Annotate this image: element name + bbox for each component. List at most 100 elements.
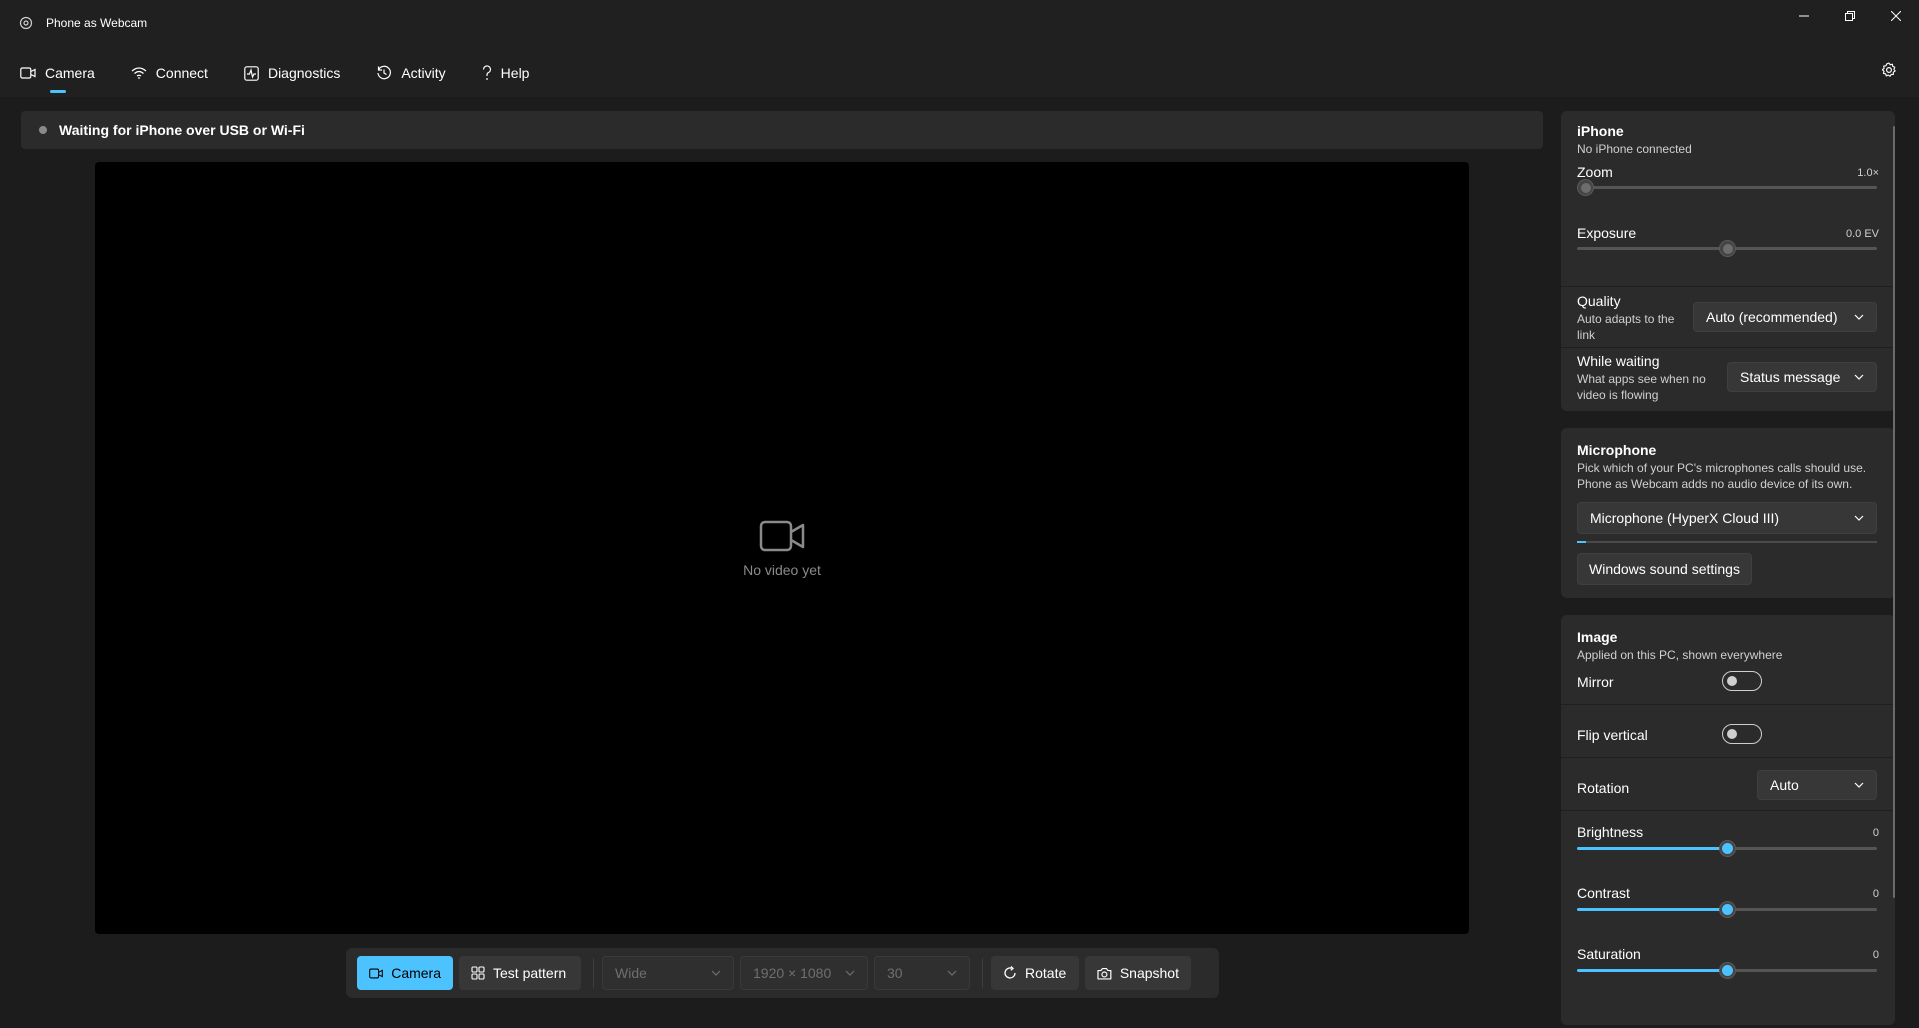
status-text: Waiting for iPhone over USB or Wi-Fi bbox=[59, 122, 305, 138]
lens-value: Wide bbox=[615, 965, 647, 981]
chevron-down-icon bbox=[1854, 515, 1864, 521]
iphone-card: iPhone No iPhone connected Zoom 1.0× Exp… bbox=[1561, 111, 1895, 411]
slider-track bbox=[1577, 186, 1877, 189]
resolution-select[interactable]: 1920 × 1080 bbox=[740, 956, 868, 990]
toolbar-divider bbox=[593, 958, 594, 988]
contrast-slider[interactable] bbox=[1577, 899, 1877, 919]
image-card: Image Applied on this PC, shown everywhe… bbox=[1561, 615, 1895, 1025]
while-waiting-description-2: video is flowing bbox=[1577, 388, 1659, 402]
rotation-dropdown[interactable]: Auto bbox=[1757, 770, 1877, 800]
minimize-icon bbox=[1799, 15, 1809, 17]
chevron-down-icon bbox=[711, 970, 721, 976]
slider-thumb[interactable] bbox=[1719, 240, 1736, 257]
lens-select[interactable]: Wide bbox=[602, 956, 734, 990]
video-preview: No video yet bbox=[95, 162, 1469, 934]
tab-connect[interactable]: Connect bbox=[111, 56, 224, 90]
question-icon bbox=[482, 65, 491, 80]
settings-button[interactable] bbox=[1881, 62, 1903, 84]
slider-thumb[interactable] bbox=[1577, 179, 1594, 196]
camera-icon bbox=[20, 67, 36, 79]
tab-label: Camera bbox=[45, 65, 95, 81]
snapshot-camera-icon bbox=[1097, 967, 1112, 980]
tab-camera[interactable]: Camera bbox=[0, 56, 111, 93]
image-description: Applied on this PC, shown everywhere bbox=[1577, 648, 1783, 662]
main-nav: Camera Connect Diagnostics Activity Help bbox=[0, 56, 546, 93]
restore-icon bbox=[1845, 11, 1855, 21]
while-waiting-value: Status message bbox=[1740, 369, 1841, 385]
video-placeholder: No video yet bbox=[95, 162, 1469, 934]
toggle-knob bbox=[1727, 676, 1737, 686]
camera-icon bbox=[369, 968, 383, 978]
tab-label: Help bbox=[500, 65, 530, 81]
active-tab-indicator bbox=[50, 90, 66, 93]
panel-scrollbar[interactable] bbox=[1893, 126, 1895, 898]
rotate-icon bbox=[1004, 966, 1016, 979]
mirror-label: Mirror bbox=[1577, 674, 1614, 690]
close-button[interactable] bbox=[1873, 0, 1919, 32]
zoom-slider[interactable] bbox=[1577, 177, 1877, 197]
flip-vertical-toggle[interactable] bbox=[1722, 724, 1762, 744]
pulse-icon bbox=[244, 65, 259, 81]
divider bbox=[1561, 286, 1895, 287]
title-bar: Phone as Webcam bbox=[0, 0, 1919, 48]
minimize-button[interactable] bbox=[1781, 0, 1827, 32]
history-icon bbox=[377, 65, 392, 80]
toggle-knob bbox=[1727, 729, 1737, 739]
wifi-icon bbox=[131, 67, 147, 79]
quality-value: Auto (recommended) bbox=[1706, 309, 1838, 325]
rotation-label: Rotation bbox=[1577, 780, 1630, 796]
microphone-dropdown[interactable]: Microphone (HyperX Cloud III) bbox=[1577, 502, 1877, 534]
iphone-title: iPhone bbox=[1577, 123, 1624, 139]
test-pattern-button[interactable]: Test pattern bbox=[459, 956, 581, 990]
quality-description-1: Auto adapts to the bbox=[1577, 312, 1675, 326]
quality-label: Quality bbox=[1577, 293, 1621, 309]
exposure-slider[interactable] bbox=[1577, 238, 1877, 258]
microphone-description-1: Pick which of your PC's microphones call… bbox=[1577, 461, 1867, 475]
tab-diagnostics[interactable]: Diagnostics bbox=[224, 56, 356, 90]
app-title: Phone as Webcam bbox=[46, 16, 148, 30]
restore-button[interactable] bbox=[1827, 0, 1873, 32]
fps-select[interactable]: 30 bbox=[874, 956, 970, 990]
while-waiting-dropdown[interactable]: Status message bbox=[1727, 362, 1877, 392]
content-area: Waiting for iPhone over USB or Wi-Fi No … bbox=[0, 97, 1919, 1028]
tab-activity[interactable]: Activity bbox=[356, 56, 461, 90]
close-icon bbox=[1891, 11, 1901, 21]
windows-sound-settings-label: Windows sound settings bbox=[1589, 561, 1740, 577]
chevron-down-icon bbox=[1854, 374, 1864, 380]
camera-toolbar: Camera Test pattern Wide 1920 × 1080 30 … bbox=[346, 948, 1219, 998]
tab-label: Diagnostics bbox=[267, 65, 341, 81]
slider-thumb[interactable] bbox=[1719, 901, 1736, 918]
snapshot-button[interactable]: Snapshot bbox=[1085, 956, 1191, 990]
windows-sound-settings-button[interactable]: Windows sound settings bbox=[1577, 553, 1752, 585]
quality-description-2: link bbox=[1577, 328, 1596, 342]
resolution-value: 1920 × 1080 bbox=[753, 965, 832, 981]
brightness-slider[interactable] bbox=[1577, 838, 1877, 858]
snapshot-label: Snapshot bbox=[1119, 965, 1179, 981]
chevron-down-icon bbox=[845, 970, 855, 976]
rotate-label: Rotate bbox=[1025, 965, 1067, 981]
slider-thumb[interactable] bbox=[1719, 840, 1736, 857]
mic-level-fill bbox=[1577, 541, 1586, 543]
camera-source-label: Camera bbox=[391, 965, 441, 981]
divider bbox=[1561, 757, 1895, 758]
slider-thumb[interactable] bbox=[1719, 962, 1736, 979]
gear-icon bbox=[1881, 62, 1896, 77]
test-pattern-label: Test pattern bbox=[493, 965, 567, 981]
chevron-down-icon bbox=[1854, 782, 1864, 788]
slider-fill bbox=[1577, 847, 1727, 850]
mirror-toggle[interactable] bbox=[1722, 671, 1762, 691]
microphone-title: Microphone bbox=[1577, 442, 1657, 458]
while-waiting-label: While waiting bbox=[1577, 353, 1660, 369]
microphone-description-2: Phone as Webcam adds no audio device of … bbox=[1577, 477, 1853, 491]
microphone-card: Microphone Pick which of your PC's micro… bbox=[1561, 428, 1895, 598]
camera-source-button[interactable]: Camera bbox=[357, 956, 453, 990]
slider-fill bbox=[1577, 908, 1727, 911]
chevron-down-icon bbox=[947, 970, 957, 976]
saturation-slider[interactable] bbox=[1577, 960, 1877, 980]
flip-vertical-label: Flip vertical bbox=[1577, 727, 1648, 743]
grid-icon bbox=[471, 966, 485, 980]
mic-level-meter bbox=[1577, 541, 1877, 543]
quality-dropdown[interactable]: Auto (recommended) bbox=[1693, 302, 1877, 332]
tab-help[interactable]: Help bbox=[462, 56, 546, 90]
rotate-button[interactable]: Rotate bbox=[991, 956, 1079, 990]
